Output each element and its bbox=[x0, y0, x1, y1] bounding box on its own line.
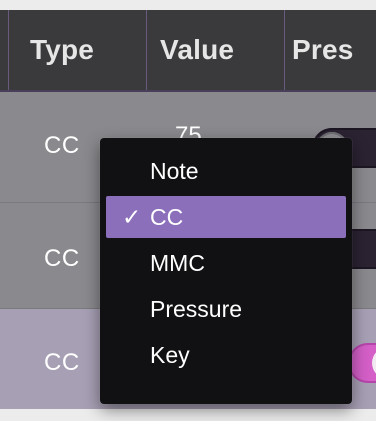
toggle-knob bbox=[372, 347, 376, 379]
top-strip bbox=[0, 0, 376, 10]
bottom-strip bbox=[0, 409, 376, 421]
menu-item-mmc[interactable]: MMC bbox=[106, 242, 346, 284]
header-pressure[interactable]: Pres bbox=[284, 10, 376, 90]
checkmark-icon: ✓ bbox=[122, 204, 142, 230]
menu-item-label: Key bbox=[150, 342, 190, 368]
menu-item-label: Note bbox=[150, 158, 199, 184]
type-dropdown-menu: Note ✓ CC MMC Pressure Key bbox=[100, 138, 352, 404]
menu-item-key[interactable]: Key bbox=[106, 334, 346, 376]
header-value[interactable]: Value bbox=[146, 10, 284, 90]
midi-mapping-table: Type Value Pres CC 75 CC CC Note ✓ CC MM… bbox=[0, 0, 376, 421]
header-divider bbox=[284, 10, 285, 90]
pressure-toggle[interactable] bbox=[348, 343, 376, 383]
table-header: Type Value Pres bbox=[0, 10, 376, 92]
type-cell[interactable]: CC bbox=[44, 245, 80, 273]
header-type[interactable]: Type bbox=[8, 10, 146, 90]
header-divider bbox=[146, 10, 147, 90]
menu-item-cc[interactable]: ✓ CC bbox=[106, 196, 346, 238]
menu-item-label: MMC bbox=[150, 250, 205, 276]
menu-item-label: Pressure bbox=[150, 296, 243, 322]
header-divider bbox=[8, 10, 9, 90]
menu-item-note[interactable]: Note bbox=[106, 150, 346, 192]
menu-item-pressure[interactable]: Pressure bbox=[106, 288, 346, 330]
type-cell[interactable]: CC bbox=[44, 132, 80, 160]
type-cell[interactable]: CC bbox=[44, 349, 80, 377]
menu-item-label: CC bbox=[150, 204, 184, 230]
